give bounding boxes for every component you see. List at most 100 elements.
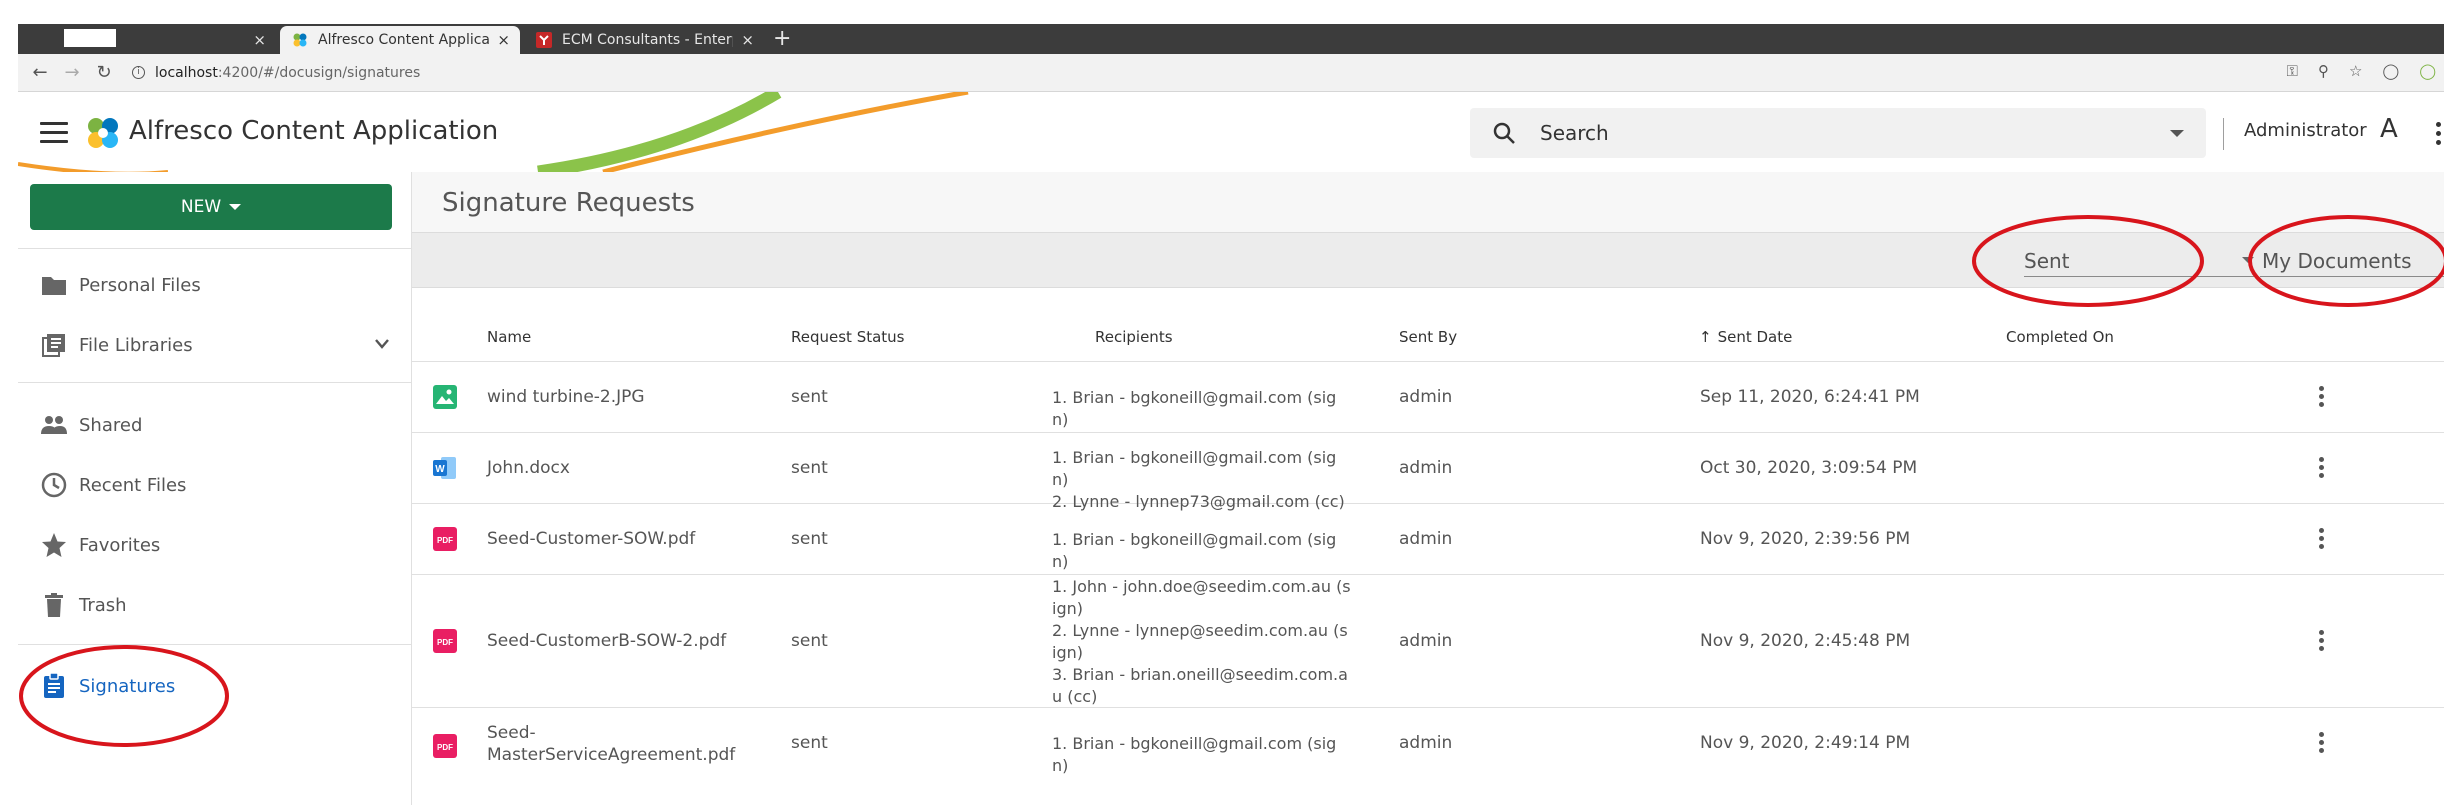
svg-text:PDF: PDF xyxy=(437,743,453,752)
sidebar: NEW Personal Files File Libraries Shared… xyxy=(18,172,412,805)
image-file-icon xyxy=(433,385,457,409)
tab-title: Alfresco Content Applicat xyxy=(318,32,490,48)
browser-actions: ⚿ ⚲ ☆ ◯ ◯ xyxy=(2287,62,2436,80)
info-icon[interactable]: i xyxy=(132,66,145,79)
alfresco-favicon xyxy=(293,33,307,47)
sidebar-item-shared[interactable]: Shared xyxy=(18,400,412,450)
extension-icon[interactable]: ◯ xyxy=(2419,62,2436,80)
row-actions-more-icon[interactable] xyxy=(2319,528,2325,552)
sidebar-item-signatures[interactable]: Signatures xyxy=(18,661,412,711)
sent-by: admin xyxy=(1399,458,1453,478)
table-row[interactable]: PDF Seed-CustomerB-SOW-2.pdf sent 1. Joh… xyxy=(412,575,2444,708)
sidebar-item-file-libraries[interactable]: File Libraries xyxy=(18,320,412,370)
browser-tab[interactable]: × xyxy=(26,26,276,54)
row-actions-more-icon[interactable] xyxy=(2319,386,2325,410)
url-field[interactable]: i localhost :4200/#/docusign/signatures xyxy=(132,65,420,81)
svg-text:W: W xyxy=(435,464,445,475)
sent-by: admin xyxy=(1399,733,1453,753)
browser-tab-active[interactable]: Alfresco Content Applicat × xyxy=(280,26,520,54)
sent-date: Oct 30, 2020, 3:09:54 PM xyxy=(1700,458,1918,478)
table-row[interactable]: wind turbine-2.JPG sent 1. Brian - bgkon… xyxy=(412,362,2444,433)
header-divider xyxy=(2223,118,2224,150)
table-row[interactable]: W John.docx sent 1. Brian - bgkoneill@gm… xyxy=(412,433,2444,511)
sent-by: admin xyxy=(1399,387,1453,407)
column-header-request-status[interactable]: Request Status xyxy=(791,328,905,346)
forward-icon[interactable]: → xyxy=(62,62,82,83)
reload-icon[interactable]: ↻ xyxy=(94,62,114,83)
search-options-chevron-icon[interactable] xyxy=(2170,130,2184,137)
pdf-file-icon: PDF xyxy=(433,734,457,758)
row-actions-more-icon[interactable] xyxy=(2319,457,2325,481)
recipients: 1. John - john.doe@seedim.com.au (sign) … xyxy=(1052,576,1352,708)
file-name[interactable]: Seed-CustomerB-SOW-2.pdf xyxy=(487,631,726,651)
svg-text:PDF: PDF xyxy=(437,638,453,647)
file-name-line: MasterServiceAgreement.pdf xyxy=(487,745,736,765)
sort-arrow-up-icon: ↑ xyxy=(1699,328,1712,346)
user-name[interactable]: Administrator xyxy=(2244,120,2367,141)
redacted-title xyxy=(64,29,116,47)
sidebar-item-recent-files[interactable]: Recent Files xyxy=(18,460,412,510)
avatar[interactable]: A xyxy=(2380,114,2398,144)
status-filter-value: Sent xyxy=(2024,249,2070,273)
pdf-file-icon: PDF xyxy=(433,527,457,551)
extension-icon[interactable]: ◯ xyxy=(2382,62,2399,80)
sidebar-item-label: Signatures xyxy=(79,675,176,697)
recipient: 1. Brian - bgkoneill@gmail.com (sign) xyxy=(1052,530,1337,571)
browser-tab-strip: × Alfresco Content Applicat × ECM Consul… xyxy=(18,24,2444,54)
table-row[interactable]: PDF Seed- MasterServiceAgreement.pdf sen… xyxy=(412,708,2444,805)
browser-tab[interactable]: ECM Consultants - Enterp × xyxy=(524,26,764,54)
more-vert-icon[interactable] xyxy=(2436,122,2442,149)
row-actions-more-icon[interactable] xyxy=(2319,630,2325,654)
folder-icon xyxy=(40,271,68,299)
recipient: 1. Brian - bgkoneill@gmail.com (sign) xyxy=(1052,388,1337,429)
sidebar-item-personal-files[interactable]: Personal Files xyxy=(18,260,412,310)
chevron-down-icon xyxy=(229,204,242,210)
file-name[interactable]: Seed- MasterServiceAgreement.pdf xyxy=(487,722,735,766)
people-icon xyxy=(40,411,68,439)
tab-close-icon[interactable]: × xyxy=(741,31,754,49)
file-name[interactable]: Seed-Customer-SOW.pdf xyxy=(487,529,695,549)
file-name[interactable]: John.docx xyxy=(487,458,570,478)
clock-icon xyxy=(40,471,68,499)
sidebar-item-trash[interactable]: Trash xyxy=(18,580,412,630)
sidebar-item-label: Shared xyxy=(79,414,143,436)
scope-filter-select[interactable]: My Documents xyxy=(2260,243,2444,277)
zoom-icon[interactable]: ⚲ xyxy=(2318,62,2329,80)
recipient: 3. Brian - brian.oneill@seedim.com.au (c… xyxy=(1052,665,1348,706)
key-icon[interactable]: ⚿ xyxy=(2287,62,2298,80)
tab-title: ECM Consultants - Enterp xyxy=(562,32,734,48)
sent-date: Nov 9, 2020, 2:45:48 PM xyxy=(1700,631,1911,651)
tab-close-icon[interactable]: × xyxy=(253,31,266,49)
chevron-down-icon xyxy=(2242,257,2254,263)
new-button[interactable]: NEW xyxy=(30,184,392,230)
tab-close-icon[interactable]: × xyxy=(497,31,510,49)
menu-icon[interactable] xyxy=(40,122,68,149)
table-row[interactable]: PDF Seed-Customer-SOW.pdf sent 1. Brian … xyxy=(412,504,2444,575)
back-icon[interactable]: ← xyxy=(30,62,50,83)
sent-by: admin xyxy=(1399,631,1453,651)
sidebar-item-label: Favorites xyxy=(79,534,161,556)
column-header-sent-by[interactable]: Sent By xyxy=(1399,328,1457,346)
bookmark-star-icon[interactable]: ☆ xyxy=(2349,62,2362,80)
chevron-down-icon[interactable] xyxy=(374,338,390,350)
row-actions-more-icon[interactable] xyxy=(2319,732,2325,756)
column-header-name[interactable]: Name xyxy=(487,328,531,346)
sidebar-item-favorites[interactable]: Favorites xyxy=(18,520,412,570)
main-content: Signature Requests Sent My Documents Nam… xyxy=(412,172,2444,805)
app-header: Alfresco Content Application Search Admi… xyxy=(18,92,2444,172)
pdf-file-icon: PDF xyxy=(433,629,457,653)
trash-icon xyxy=(40,591,68,619)
new-tab-button[interactable]: + xyxy=(773,26,791,52)
column-header-recipients[interactable]: Recipients xyxy=(1095,328,1173,346)
column-header-sent-date[interactable]: ↑ Sent Date xyxy=(1699,328,1792,346)
tab-title xyxy=(64,29,245,51)
search-input[interactable]: Search xyxy=(1470,108,2206,158)
sidebar-item-label: Recent Files xyxy=(79,474,187,496)
url-path: :4200/#/docusign/signatures xyxy=(217,64,421,81)
file-name[interactable]: wind turbine-2.JPG xyxy=(487,387,645,407)
column-header-label: Sent Date xyxy=(1717,328,1793,346)
clipboard-icon xyxy=(40,672,68,700)
sent-date: Nov 9, 2020, 2:49:14 PM xyxy=(1700,733,1911,753)
status-filter-select[interactable]: Sent xyxy=(2024,243,2254,277)
column-header-completed-on[interactable]: Completed On xyxy=(2006,328,2114,346)
